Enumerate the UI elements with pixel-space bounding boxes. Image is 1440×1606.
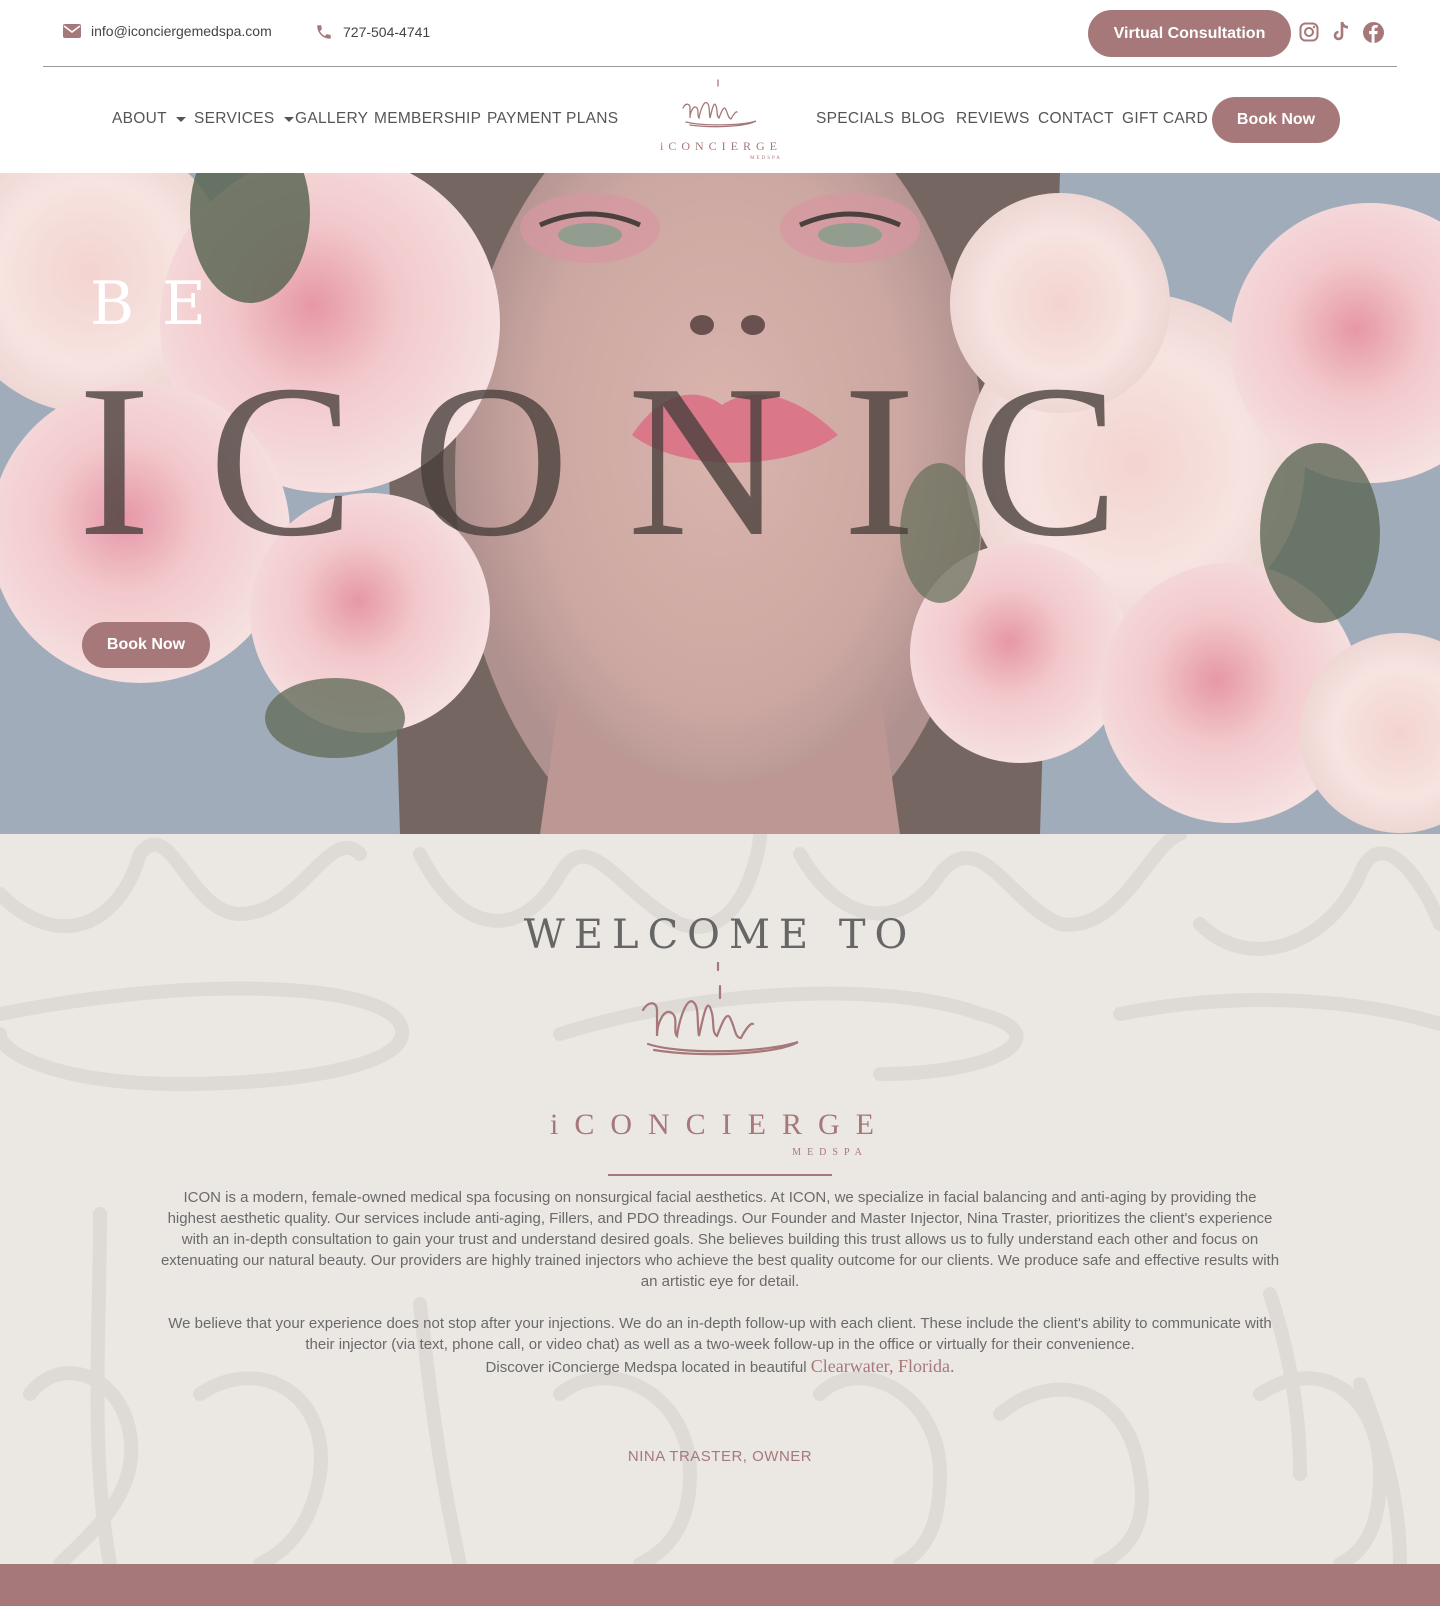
facebook-icon[interactable]	[1361, 20, 1385, 44]
hero-banner: BE ICONIC Book Now	[0, 173, 1440, 834]
hero-headline: ICONIC	[78, 341, 1177, 582]
logo-subtitle: MEDSPA	[750, 156, 782, 161]
phone-text: 727-504-4741	[343, 24, 431, 40]
email-text: info@iconciergemedspa.com	[91, 23, 272, 39]
welcome-logo-subtitle: MEDSPA	[792, 1147, 868, 1158]
welcome-paragraph-2: We believe that your experience does not…	[168, 1315, 1272, 1353]
welcome-discover-line: Discover iConcierge Medspa located in be…	[160, 1356, 1280, 1378]
nav-reviews[interactable]: REVIEWS	[956, 110, 1030, 128]
welcome-logo-wordmark: iCONCIERGE	[550, 1108, 890, 1141]
instagram-icon[interactable]	[1297, 20, 1321, 44]
divider	[608, 1174, 832, 1176]
welcome-paragraph-1: ICON is a modern, female-owned medical s…	[160, 1189, 1280, 1290]
nav-services[interactable]: SERVICES	[194, 110, 294, 128]
main-nav: ABOUT SERVICES GALLERY MEMBERSHIP PAYMEN…	[0, 68, 1440, 173]
nav-payment-plans[interactable]: PAYMENT PLANS	[487, 110, 618, 128]
discover-prefix: Discover iConcierge Medspa located in be…	[485, 1359, 807, 1376]
book-now-button[interactable]: Book Now	[1212, 97, 1340, 143]
nav-specials[interactable]: SPECIALS	[816, 110, 894, 128]
virtual-consultation-button[interactable]: Virtual Consultation	[1088, 10, 1291, 57]
email-link[interactable]: info@iconciergemedspa.com	[63, 23, 272, 39]
nav-about[interactable]: ABOUT	[112, 110, 186, 128]
nav-about-label: ABOUT	[112, 110, 167, 127]
envelope-icon	[63, 24, 81, 38]
chevron-down-icon	[175, 116, 186, 122]
site-logo[interactable]: iCONCIERGE MEDSPA	[646, 78, 796, 170]
tiktok-icon[interactable]	[1329, 20, 1353, 44]
hero-kicker: BE	[90, 269, 234, 339]
chevron-down-icon	[283, 116, 294, 122]
phone-icon	[315, 23, 333, 41]
nav-gift-card[interactable]: GIFT CARD	[1122, 110, 1208, 128]
owner-signature: NINA TRASTER, OWNER	[627, 1448, 813, 1465]
nav-gallery[interactable]: GALLERY	[295, 110, 368, 128]
hero-book-now-button[interactable]: Book Now	[82, 622, 210, 668]
welcome-title: WELCOME TO	[523, 912, 917, 958]
phone-link[interactable]: 727-504-4741	[315, 23, 430, 41]
nav-services-label: SERVICES	[194, 110, 275, 127]
nav-blog[interactable]: BLOG	[901, 110, 945, 128]
location-link[interactable]: Clearwater, Florida.	[811, 1356, 955, 1376]
nav-contact[interactable]: CONTACT	[1038, 110, 1114, 128]
welcome-section: WELCOME TO iCONCIERGE MEDSPA ICON is a m…	[0, 834, 1440, 1564]
top-bar: info@iconciergemedspa.com 727-504-4741 V…	[43, 0, 1397, 67]
welcome-logo: iCONCIERGE MEDSPA	[550, 962, 890, 1158]
nav-membership[interactable]: MEMBERSHIP	[374, 110, 481, 128]
footer-band	[0, 1564, 1440, 1606]
logo-wordmark: iCONCIERGE	[660, 139, 782, 153]
